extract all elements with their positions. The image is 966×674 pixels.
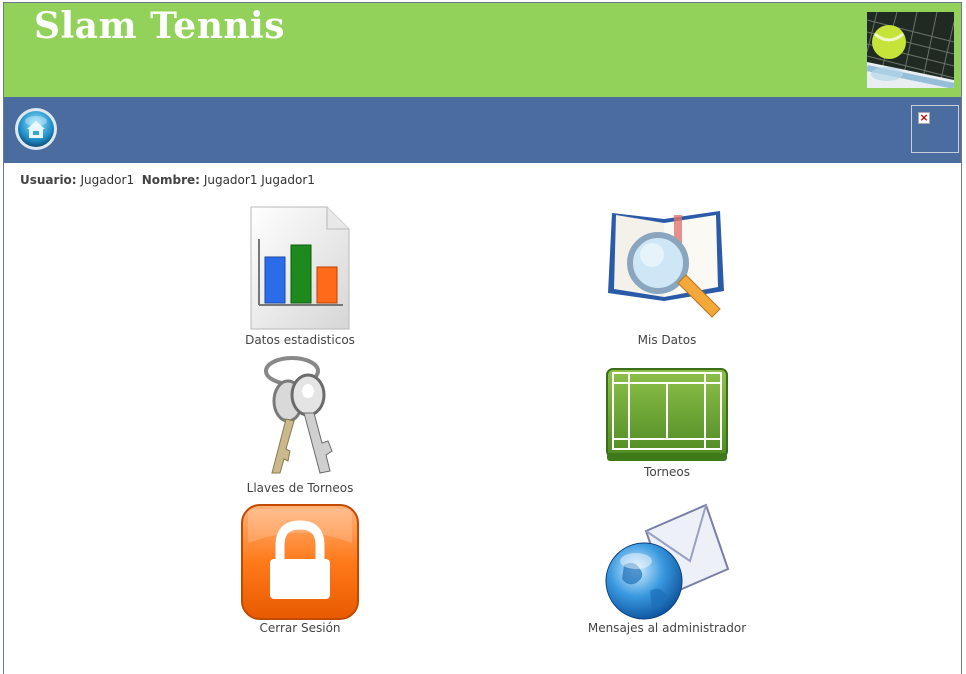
bar-chart-document-icon: [250, 206, 350, 330]
broken-image-icon: ×: [911, 105, 959, 153]
menu-item-cerrar-sesion[interactable]: Cerrar Sesión: [190, 503, 410, 635]
usuario-value: Jugador1: [80, 173, 135, 187]
menu-label: Mis Datos: [637, 333, 697, 347]
menu-label: Cerrar Sesión: [259, 621, 341, 635]
book-magnifier-icon: [608, 211, 724, 318]
nombre-label: Nombre:: [141, 173, 200, 187]
usuario-label: Usuario:: [20, 173, 77, 187]
tennis-ball-net-photo: [867, 12, 954, 88]
nombre-value: Jugador1 Jugador1: [203, 173, 315, 187]
site-header: Slam Tennis: [4, 3, 961, 97]
menu-item-llaves-de-torneos[interactable]: Llaves de Torneos: [190, 355, 410, 495]
menu-item-torneos[interactable]: Torneos: [557, 365, 777, 479]
tennis-court-icon: [606, 368, 728, 461]
keys-icon: [264, 356, 333, 474]
home-icon[interactable]: [14, 107, 58, 151]
menu-item-datos-estadisticos[interactable]: Datos estadisticos: [190, 205, 410, 347]
nav-bar: ×: [4, 97, 961, 163]
padlock-icon: [241, 504, 359, 620]
menu-label: Datos estadisticos: [245, 333, 355, 347]
menu-item-mensajes-al-administrador[interactable]: Mensajes al administrador: [557, 503, 777, 635]
menu-item-mis-datos[interactable]: Mis Datos: [557, 205, 777, 347]
page-frame: Slam Tennis ×: [3, 2, 962, 674]
menu-label: Mensajes al administrador: [587, 621, 747, 635]
site-title: Slam Tennis: [34, 5, 285, 47]
user-info: Usuario: Jugador1 Nombre: Jugador1 Jugad…: [20, 173, 315, 187]
globe-mail-icon: [605, 503, 730, 620]
menu-label: Torneos: [644, 465, 690, 479]
menu-label: Llaves de Torneos: [246, 481, 354, 495]
